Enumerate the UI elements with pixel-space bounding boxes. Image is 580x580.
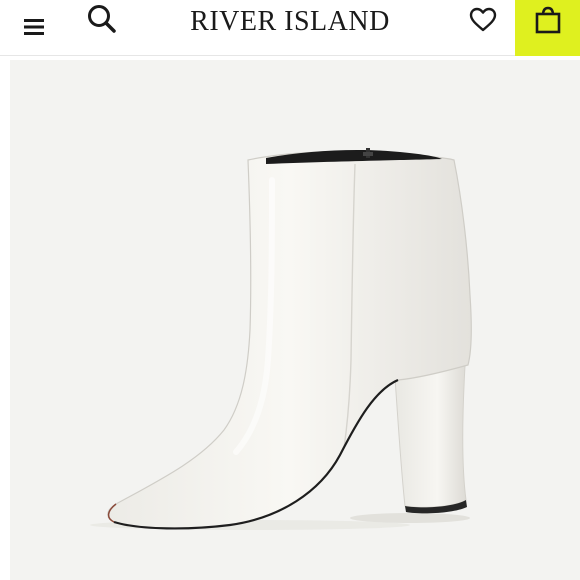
- menu-button[interactable]: [14, 8, 54, 48]
- product-image[interactable]: [10, 60, 580, 580]
- shopping-bag-icon: [535, 6, 561, 34]
- search-icon: [88, 5, 116, 33]
- hamburger-menu-icon: [24, 19, 44, 35]
- shopping-bag-button[interactable]: [515, 0, 580, 56]
- heart-icon: [469, 7, 497, 32]
- top-navigation-bar: RIVER ISLAND: [0, 0, 580, 56]
- white-ankle-boot-image: [90, 148, 472, 530]
- search-button[interactable]: [80, 0, 124, 44]
- wishlist-button[interactable]: [462, 0, 504, 42]
